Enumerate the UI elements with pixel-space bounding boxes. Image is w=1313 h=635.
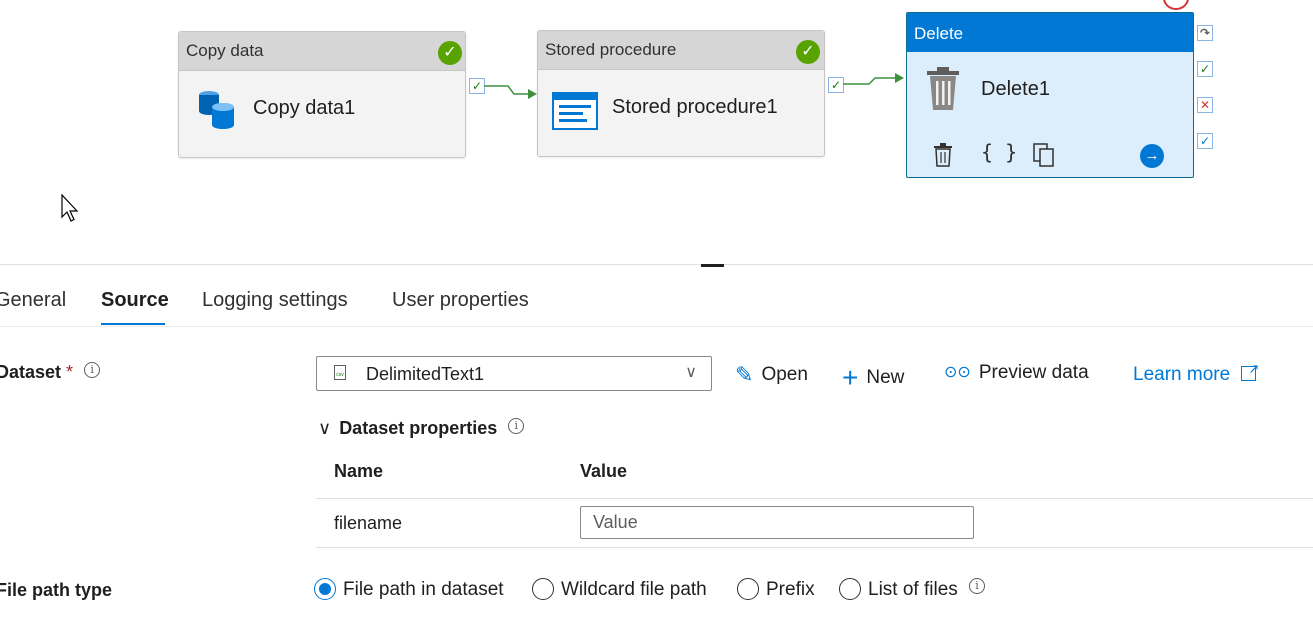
chevron-down-icon: ∨ [318, 418, 332, 438]
pipeline-canvas[interactable]: Copy data ✓ Copy data1 ✓ Stored procedur… [0, 0, 1313, 262]
radio-wildcard-file-path[interactable]: Wildcard file path [532, 578, 707, 601]
active-tab-indicator [101, 323, 165, 325]
success-check-icon: ✓ [796, 40, 820, 64]
dataset-properties-title: Dataset properties [339, 418, 498, 438]
activity-name: Delete1 [981, 78, 1050, 100]
activity-name: Stored procedure1 [612, 96, 778, 118]
completion-port-check-icon[interactable]: ✓ [1197, 133, 1213, 149]
filename-value-input[interactable] [580, 506, 974, 539]
tab-general[interactable]: General [0, 289, 66, 312]
file-path-type-label: File path type [0, 580, 113, 600]
column-header-value: Value [580, 461, 628, 481]
trash-icon [927, 67, 959, 110]
open-in-new-window-icon: ↗ [1241, 361, 1259, 381]
activity-type-label: Copy data [179, 32, 465, 71]
glasses-icon: ⊙⊙ [944, 364, 971, 381]
arrow-right-circle-icon[interactable]: → [1140, 144, 1164, 168]
csv-file-icon: csv [334, 365, 346, 380]
success-port-check-icon[interactable]: ✓ [1197, 61, 1213, 77]
success-port-check-icon[interactable]: ✓ [469, 78, 485, 94]
activity-copy-data[interactable]: Copy data ✓ Copy data1 [178, 31, 466, 158]
info-icon[interactable]: i [508, 418, 525, 434]
tab-source[interactable]: Source [101, 289, 169, 312]
info-icon[interactable]: i [84, 362, 101, 378]
activity-delete-selected[interactable]: Delete Delete1 { } → [906, 12, 1194, 178]
radio-button[interactable] [737, 578, 759, 600]
dataset-label: Dataset * i [0, 362, 101, 383]
dataset-dropdown[interactable]: csv DelimitedText1 ∨ [316, 356, 712, 391]
mouse-cursor-icon [61, 194, 79, 222]
table-header-divider [316, 498, 1313, 499]
column-header-name: Name [334, 461, 384, 481]
info-icon[interactable]: i [969, 578, 986, 594]
open-dataset-button[interactable]: ✎ Open [735, 362, 808, 388]
new-label: New [866, 367, 905, 388]
plus-icon: + [842, 362, 859, 393]
delete-icon[interactable] [933, 143, 953, 167]
chevron-down-icon: ∨ [685, 364, 697, 381]
activity-name: Copy data1 [253, 97, 356, 119]
tab-user-properties[interactable]: User properties [392, 289, 529, 312]
property-name-filename: filename [334, 513, 403, 533]
copy-icon[interactable] [1033, 143, 1055, 167]
activity-type-label: Stored procedure [538, 31, 824, 70]
failure-port-x-icon[interactable]: ✕ [1197, 97, 1213, 113]
radio-label: Wildcard file path [561, 579, 707, 600]
pencil-icon: ✎ [735, 362, 754, 387]
connector-arrow-1 [484, 85, 537, 99]
connector-arrow-2 [843, 73, 904, 85]
skip-port-icon[interactable]: ↷ [1197, 25, 1213, 41]
table-row-divider [316, 547, 1313, 548]
code-braces-icon[interactable]: { } [981, 140, 1017, 164]
new-dataset-button[interactable]: + New [842, 362, 904, 394]
copy-data-icon [199, 91, 234, 129]
activity-stored-procedure[interactable]: Stored procedure ✓ Stored procedure1 [537, 30, 825, 157]
success-check-icon: ✓ [438, 41, 462, 65]
activity-type-label: Delete [907, 13, 1193, 52]
radio-label: Prefix [766, 579, 815, 600]
preview-label: Preview data [978, 362, 1089, 383]
stored-procedure-icon [552, 92, 598, 130]
radio-label: List of files [868, 579, 958, 600]
learn-more-text: Learn more [1133, 364, 1231, 385]
radio-button[interactable] [532, 578, 554, 600]
dataset-properties-toggle[interactable]: ∨ Dataset properties i [318, 418, 525, 439]
success-port-check-icon[interactable]: ✓ [828, 77, 844, 93]
radio-file-path-in-dataset[interactable]: File path in dataset [314, 578, 504, 601]
radio-button[interactable] [839, 578, 861, 600]
dataset-selected-value: DelimitedText1 [366, 364, 485, 384]
radio-label: File path in dataset [343, 579, 504, 600]
validation-error-indicator [1163, 0, 1189, 10]
learn-more-link[interactable]: Learn more ↗ [1133, 361, 1259, 386]
panel-resize-handle[interactable] [701, 264, 724, 267]
radio-button-checked[interactable] [314, 578, 336, 600]
preview-data-button[interactable]: ⊙⊙ Preview data [944, 362, 1089, 384]
radio-prefix[interactable]: Prefix [737, 578, 815, 601]
tab-logging-settings[interactable]: Logging settings [202, 289, 348, 312]
tabs-divider [0, 326, 1313, 327]
radio-list-of-files[interactable]: List of files i [839, 578, 986, 601]
dataset-label-text: Dataset [0, 362, 62, 382]
panel-divider [0, 264, 1313, 265]
required-asterisk: * [66, 362, 74, 382]
open-label: Open [761, 364, 808, 385]
